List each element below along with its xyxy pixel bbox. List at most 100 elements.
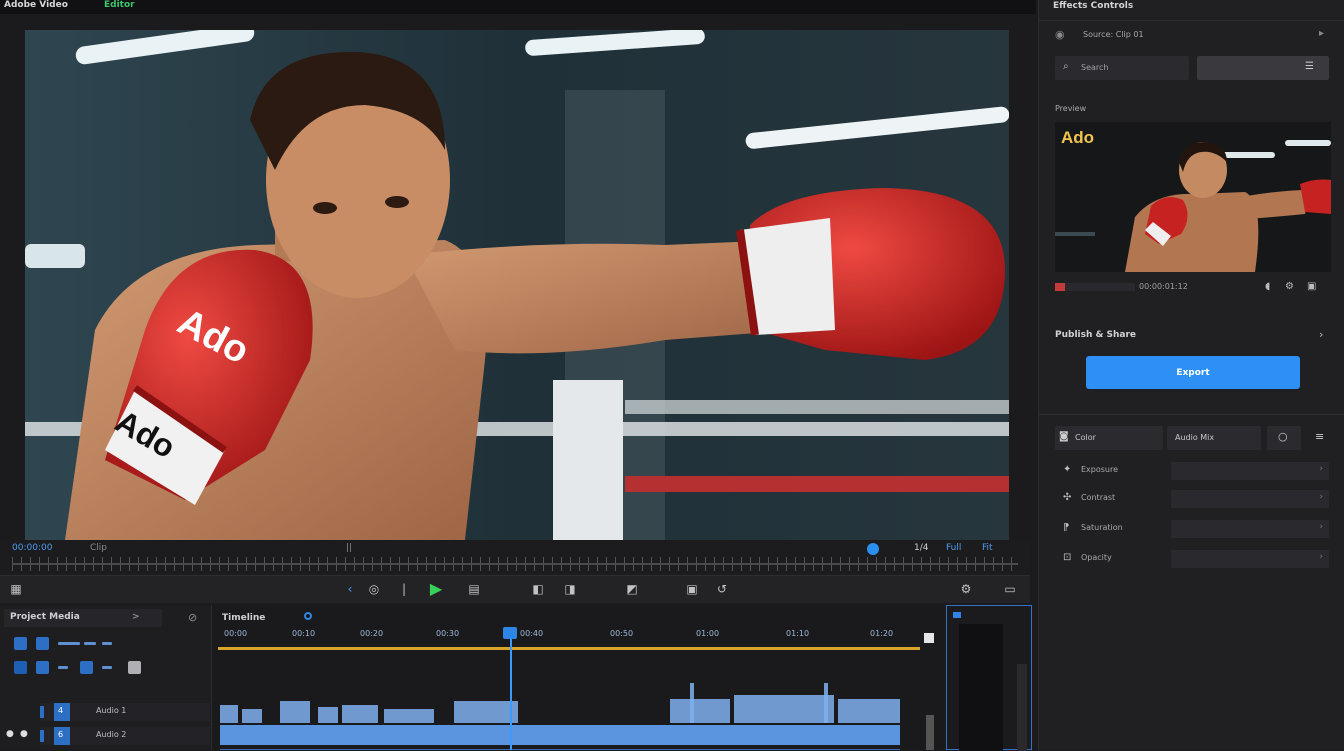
track-label: Audio 2 xyxy=(96,730,127,739)
toggle-button[interactable]: ○ xyxy=(1267,426,1301,450)
step-back-icon[interactable]: ‹ xyxy=(342,581,358,597)
panel-settings-icon[interactable]: ⊘ xyxy=(188,611,197,624)
app-title: Adobe Video xyxy=(4,0,68,10)
preview-thumbnail[interactable]: Ado xyxy=(1055,122,1331,272)
property-slider[interactable] xyxy=(1171,490,1329,508)
property-slider[interactable] xyxy=(1171,462,1329,480)
property-row[interactable]: ✦ Exposure › xyxy=(1055,460,1329,482)
mark-icon[interactable]: | xyxy=(396,581,412,597)
media-bin-icon[interactable] xyxy=(80,661,93,674)
audio-clip[interactable] xyxy=(280,701,310,723)
transport-toolbar: ▦ ‹ ◎ | ▶ ▤ ◧ ◨ ◩ ▣ ↺ ⚙ ▭ xyxy=(0,575,1030,603)
export-button[interactable]: Export xyxy=(1086,356,1300,389)
overwrite-icon[interactable]: ◨ xyxy=(562,581,578,597)
quality-label[interactable]: Full xyxy=(946,543,961,553)
project-title: Project Media xyxy=(10,612,80,622)
playhead[interactable] xyxy=(510,627,512,750)
media-bin-icon[interactable] xyxy=(36,661,49,674)
media-item[interactable] xyxy=(58,642,80,645)
preview-image xyxy=(1055,122,1331,272)
media-bin-icon[interactable] xyxy=(36,637,49,650)
audio-clip[interactable] xyxy=(242,709,262,723)
chevron-right-icon[interactable]: › xyxy=(1319,552,1323,562)
preview-progress[interactable] xyxy=(1055,283,1135,291)
view-toggle[interactable]: ☰ xyxy=(1197,56,1329,80)
audio-clip[interactable] xyxy=(220,705,238,723)
volume-icon[interactable]: ◖ xyxy=(1265,281,1270,292)
gear-icon[interactable]: ⚙ xyxy=(1285,281,1294,292)
grid-icon[interactable]: ▤ xyxy=(466,581,482,597)
playhead-handle[interactable] xyxy=(503,627,517,639)
audio-clip[interactable] xyxy=(342,705,378,723)
media-item[interactable] xyxy=(84,642,96,645)
property-row[interactable]: ⊡ Opacity › xyxy=(1055,548,1329,570)
chevron-right-icon[interactable]: › xyxy=(1319,464,1323,474)
audio-clip[interactable] xyxy=(734,695,834,723)
divider xyxy=(1039,414,1344,415)
chevron-right-icon[interactable]: › xyxy=(1319,492,1323,502)
audio-clip[interactable] xyxy=(384,709,434,723)
chevron-right-icon[interactable]: ▸ xyxy=(1319,28,1324,39)
circle-icon: ○ xyxy=(1278,430,1288,443)
tab-color[interactable]: ◙ Color xyxy=(1055,426,1163,450)
fullscreen-icon[interactable]: ▣ xyxy=(1307,281,1316,292)
insert-icon[interactable]: ◧ xyxy=(530,581,546,597)
media-item[interactable] xyxy=(58,666,68,669)
play-icon[interactable]: ▶ xyxy=(428,581,444,597)
lift-icon[interactable]: ◩ xyxy=(624,581,640,597)
scrub-track[interactable] xyxy=(12,563,1018,565)
mute-icon[interactable]: ● xyxy=(6,729,14,739)
audio-track-clip[interactable] xyxy=(220,725,900,745)
audio-clip[interactable] xyxy=(318,707,338,723)
settings-icon[interactable]: ⚙ xyxy=(958,581,974,597)
property-slider[interactable] xyxy=(1171,520,1329,538)
media-bin-icon[interactable] xyxy=(14,661,27,674)
chevron-right-icon[interactable]: › xyxy=(1319,328,1323,341)
export-section-title: Publish & Share xyxy=(1055,330,1136,340)
media-bin-icon[interactable] xyxy=(14,637,27,650)
tab-audio-mix[interactable]: Audio Mix xyxy=(1167,426,1261,450)
property-row[interactable]: ⁋ Saturation › xyxy=(1055,518,1329,540)
refresh-icon[interactable]: ↺ xyxy=(714,581,730,597)
audio-meter xyxy=(959,624,1003,751)
work-area-bar[interactable] xyxy=(218,647,920,650)
timeline-scrollbar[interactable] xyxy=(926,715,934,750)
scrub-handle[interactable] xyxy=(867,543,879,555)
chevron-right-icon[interactable]: › xyxy=(1319,522,1323,532)
loop-icon[interactable]: ◎ xyxy=(366,581,382,597)
media-item[interactable] xyxy=(102,642,112,645)
layout-icon[interactable]: ▦ xyxy=(8,581,24,597)
timeline-panel[interactable]: Timeline 00:00 00:10 00:20 00:30 00:40 0… xyxy=(214,605,944,750)
program-monitor[interactable]: Ado Ado xyxy=(25,30,1009,540)
timeline-end-marker[interactable] xyxy=(924,633,934,643)
property-row[interactable]: ✣ Contrast › xyxy=(1055,488,1329,510)
extract-icon[interactable]: ▣ xyxy=(684,581,700,597)
mode-label[interactable]: Editor xyxy=(104,0,135,10)
media-item[interactable] xyxy=(102,666,112,669)
property-slider[interactable] xyxy=(1171,550,1329,568)
snap-icon[interactable] xyxy=(304,612,312,620)
media-bin-icon[interactable] xyxy=(128,661,141,674)
project-expand-icon[interactable]: > xyxy=(132,612,140,622)
track-header[interactable]: 6 Audio 2 xyxy=(40,727,210,745)
solo-icon[interactable]: ● xyxy=(20,729,28,739)
menu-icon[interactable]: ≡ xyxy=(1315,430,1324,443)
audio-meter-panel xyxy=(946,605,1032,751)
audio-clip[interactable] xyxy=(670,699,730,723)
export-frame-icon[interactable]: ▭ xyxy=(1002,581,1018,597)
preview-timecode: 00:00:01:12 xyxy=(1139,282,1188,291)
audio-clip[interactable] xyxy=(838,699,900,723)
project-header[interactable]: Project Media > xyxy=(4,609,162,627)
timeline-ruler[interactable]: 00:00 00:10 00:20 00:30 00:40 00:50 01:0… xyxy=(220,629,934,641)
track-header[interactable]: 4 Audio 1 xyxy=(40,703,210,721)
preview-title: Preview xyxy=(1055,104,1087,113)
resolution-label[interactable]: 1/4 xyxy=(914,543,928,553)
search-field[interactable]: ⌕ Search xyxy=(1055,56,1189,80)
tab-label: Color xyxy=(1075,433,1096,442)
fit-label[interactable]: Fit xyxy=(982,543,993,553)
audio-clip[interactable] xyxy=(454,701,518,723)
contrast-icon: ✣ xyxy=(1063,492,1072,503)
track-number: 4 xyxy=(58,706,64,715)
scrub-bar[interactable]: 00:00:00 Clip || 1/4 Full Fit xyxy=(0,541,1030,575)
ruler-label: 00:40 xyxy=(520,629,544,638)
